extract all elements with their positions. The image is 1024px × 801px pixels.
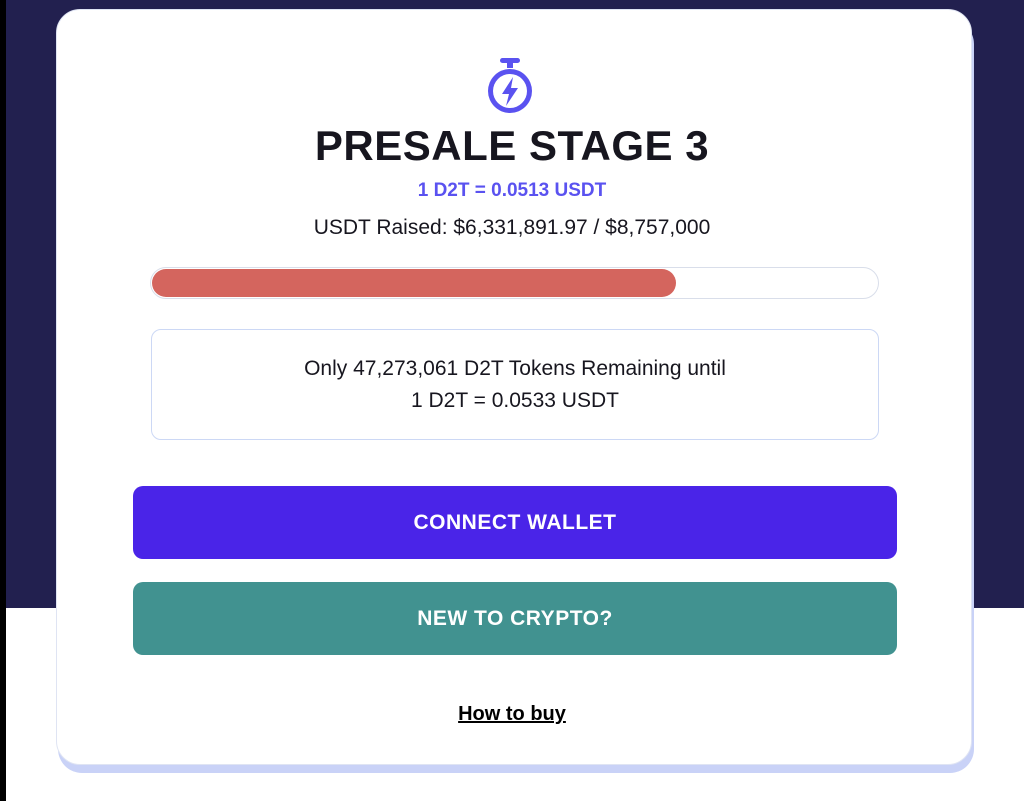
page-left-edge	[0, 0, 6, 801]
connect-wallet-button[interactable]: CONNECT WALLET	[133, 486, 897, 559]
tokens-remaining-text: Only 47,273,061 D2T Tokens Remaining unt…	[304, 356, 726, 380]
how-to-buy-link[interactable]: How to buy	[458, 703, 566, 725]
progress-fill	[152, 269, 676, 297]
usdt-raised: USDT Raised: $6,331,891.97 / $8,757,000	[313, 216, 711, 239]
stopwatch-lightning-icon	[488, 58, 532, 113]
how-to-buy-container: How to buy	[0, 703, 1024, 726]
tokens-remaining-box: Only 47,273,061 D2T Tokens Remaining unt…	[151, 329, 879, 440]
stage-title: PRESALE STAGE 3	[314, 122, 710, 169]
current-price: 1 D2T = 0.0513 USDT	[417, 180, 607, 201]
new-to-crypto-button[interactable]: NEW TO CRYPTO?	[133, 582, 897, 655]
next-stage-price: 1 D2T = 0.0533 USDT	[411, 388, 619, 412]
